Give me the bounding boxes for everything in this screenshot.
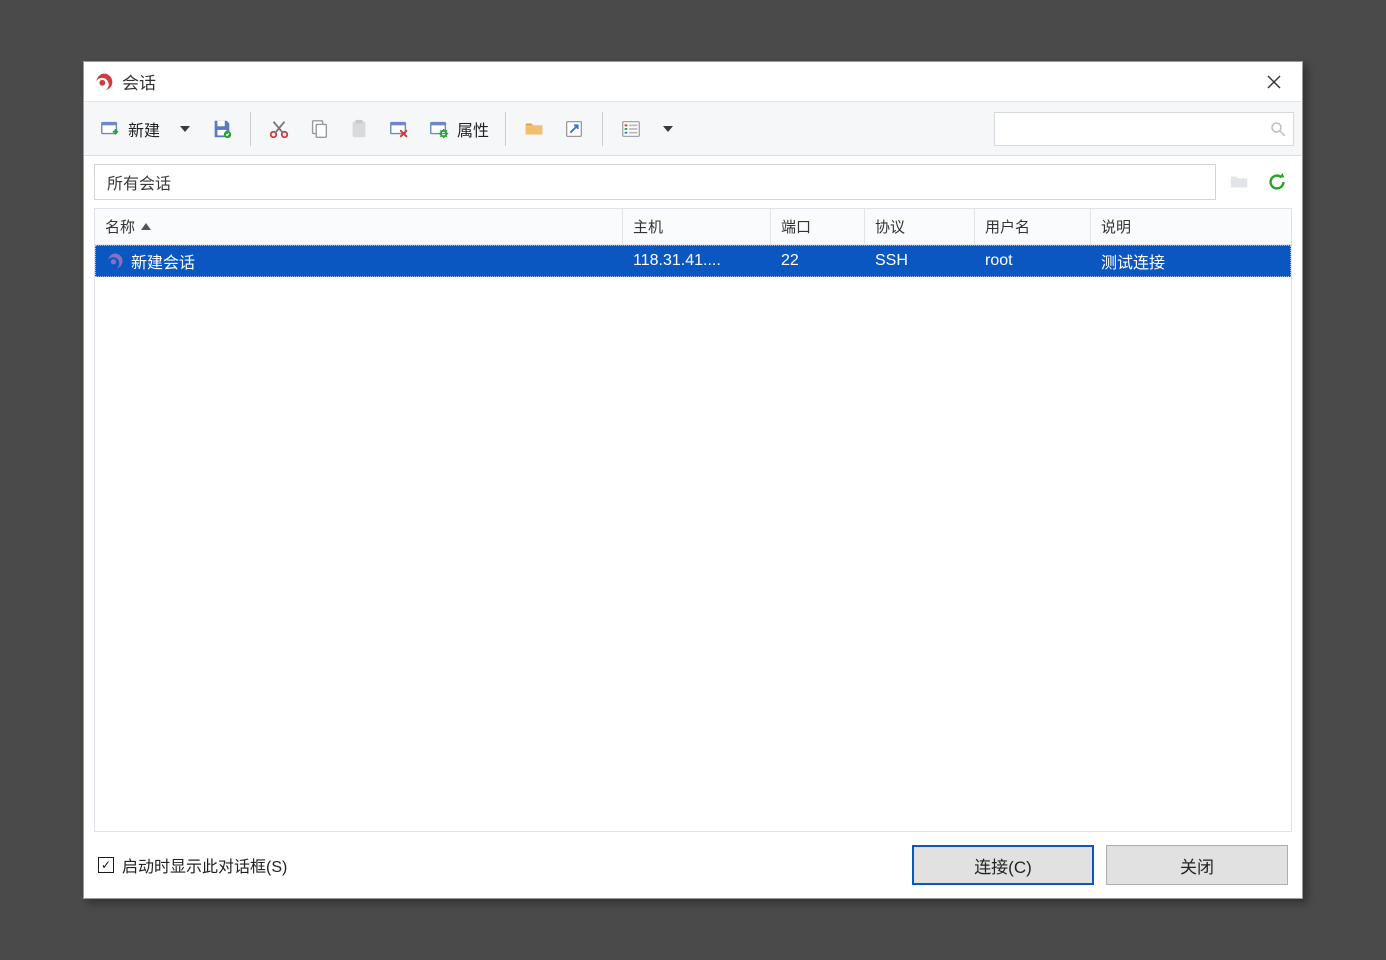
search-box[interactable]	[994, 112, 1294, 146]
column-header-protocol-label: 协议	[875, 216, 905, 237]
toolbar-separator	[505, 112, 506, 146]
connect-button-label: 连接(C)	[974, 853, 1032, 878]
sort-ascending-icon	[141, 223, 151, 230]
cell-username: root	[985, 252, 1013, 269]
pathbar: 所有会话	[84, 156, 1302, 208]
column-header-description-label: 说明	[1101, 216, 1131, 237]
view-dropdown[interactable]	[653, 110, 683, 148]
path-value: 所有会话	[107, 170, 171, 194]
titlebar: 会话	[84, 62, 1302, 102]
show-on-startup-checkbox[interactable]: ✓ 启动时显示此对话框(S)	[98, 853, 287, 877]
refresh-icon	[1266, 171, 1288, 193]
table-body: 新建会话 118.31.41.... 22 SSH root 测试连接	[95, 245, 1291, 831]
column-header-username[interactable]: 用户名	[975, 209, 1091, 244]
refresh-button[interactable]	[1262, 167, 1292, 197]
copy-icon	[307, 117, 331, 141]
chevron-down-icon	[663, 126, 673, 132]
shortcut-button[interactable]	[556, 110, 592, 148]
close-dialog-button-label: 关闭	[1180, 853, 1214, 878]
title-left: 会话	[94, 69, 156, 94]
folder-open-button[interactable]	[1224, 167, 1254, 197]
column-header-name-label: 名称	[105, 216, 135, 237]
dialog-footer: ✓ 启动时显示此对话框(S) 连接(C) 关闭	[84, 832, 1302, 898]
new-icon	[98, 117, 122, 141]
search-icon	[1269, 120, 1287, 138]
search-input[interactable]	[1005, 121, 1269, 137]
cut-button[interactable]	[261, 110, 297, 148]
toolbar: 新建	[84, 102, 1302, 156]
toolbar-separator	[250, 112, 251, 146]
shortcut-icon	[562, 117, 586, 141]
table-row[interactable]: 新建会话 118.31.41.... 22 SSH root 测试连接	[95, 245, 1291, 277]
toolbar-separator	[602, 112, 603, 146]
chevron-down-icon	[180, 126, 190, 132]
copy-button[interactable]	[301, 110, 337, 148]
column-header-name[interactable]: 名称	[95, 209, 623, 244]
close-button[interactable]	[1252, 66, 1296, 98]
checkbox-icon: ✓	[98, 857, 114, 873]
cell-host: 118.31.41....	[633, 252, 721, 269]
column-header-host-label: 主机	[633, 216, 663, 237]
cell-name: 新建会话	[131, 249, 195, 273]
save-icon	[210, 117, 234, 141]
table-header: 名称 主机 端口 协议 用户名 说明	[95, 209, 1291, 245]
delete-icon	[387, 117, 411, 141]
cut-icon	[267, 117, 291, 141]
column-header-port[interactable]: 端口	[771, 209, 865, 244]
paste-button[interactable]	[341, 110, 377, 148]
close-icon	[1267, 75, 1281, 89]
cell-protocol: SSH	[875, 252, 908, 269]
column-header-username-label: 用户名	[985, 216, 1030, 237]
column-header-description[interactable]: 说明	[1091, 209, 1291, 244]
column-header-host[interactable]: 主机	[623, 209, 771, 244]
paste-icon	[347, 117, 371, 141]
view-button[interactable]	[613, 110, 649, 148]
sessions-table: 名称 主机 端口 协议 用户名 说明	[94, 208, 1292, 832]
properties-button[interactable]: 属性	[421, 110, 495, 148]
new-button-label: 新建	[128, 117, 160, 141]
close-dialog-button[interactable]: 关闭	[1106, 845, 1288, 885]
sessions-dialog: 会话 新建	[83, 61, 1303, 899]
connect-button[interactable]: 连接(C)	[912, 845, 1094, 885]
cell-port: 22	[781, 252, 799, 269]
window-title: 会话	[122, 69, 156, 94]
properties-icon	[427, 117, 451, 141]
cell-description: 测试连接	[1101, 255, 1165, 272]
delete-button[interactable]	[381, 110, 417, 148]
save-button[interactable]	[204, 110, 240, 148]
new-dropdown[interactable]	[170, 110, 200, 148]
properties-button-label: 属性	[457, 117, 489, 141]
column-header-port-label: 端口	[781, 216, 811, 237]
show-on-startup-label: 启动时显示此对话框(S)	[122, 853, 287, 877]
app-logo-icon	[94, 72, 114, 92]
folder-open-icon	[1228, 171, 1250, 193]
column-header-protocol[interactable]: 协议	[865, 209, 975, 244]
new-folder-button[interactable]	[516, 110, 552, 148]
path-field[interactable]: 所有会话	[94, 164, 1216, 200]
session-icon	[105, 251, 125, 271]
folder-icon	[522, 117, 546, 141]
new-button[interactable]: 新建	[92, 110, 166, 148]
view-list-icon	[619, 117, 643, 141]
